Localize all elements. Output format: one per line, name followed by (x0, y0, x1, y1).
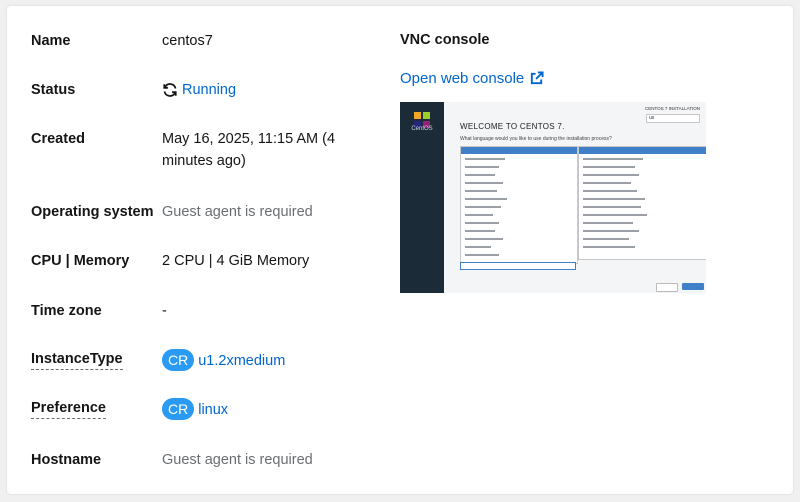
language-selected-row (461, 147, 577, 154)
preference-label[interactable]: Preference (31, 398, 106, 419)
cr-badge: CR (162, 349, 195, 371)
preference-value[interactable]: CR linux (162, 398, 372, 421)
keyboard-indicator-value: us (649, 115, 655, 121)
vm-details-card: Name centos7 Status Running Created May … (7, 6, 793, 494)
installer-brand: CentOS (411, 126, 433, 132)
name-label: Name (31, 33, 71, 49)
os-value: Guest agent is required (162, 204, 313, 220)
hostname-value: Guest agent is required (162, 452, 313, 468)
timezone-label: Time zone (31, 303, 102, 319)
vnc-console-section: VNC console Open web console CentOS CENT… (400, 30, 710, 293)
vnc-console-thumbnail[interactable]: CentOS CENTOS 7 INSTALLATION us WELCOME … (400, 102, 706, 293)
language-list (460, 146, 578, 264)
status-text[interactable]: Running (182, 79, 236, 101)
installer-welcome: WELCOME TO CENTOS 7. (460, 122, 565, 131)
open-web-console-label[interactable]: Open web console (400, 70, 524, 87)
vnc-console-title: VNC console (400, 32, 490, 48)
open-web-console-link[interactable]: Open web console (400, 70, 544, 87)
external-link-icon (531, 71, 544, 85)
created-label: Created (31, 131, 85, 147)
hostname-label: Hostname (31, 452, 102, 468)
cpu-memory-value: 2 CPU | 4 GiB Memory (162, 253, 310, 269)
instancetype-link[interactable]: u1.2xmedium (198, 353, 285, 369)
timezone-value: - (162, 303, 167, 319)
os-label: Operating system (31, 204, 154, 220)
installer-prompt: What language would you like to use duri… (460, 136, 612, 142)
locale-selected-row (579, 147, 706, 154)
preference-link[interactable]: linux (198, 402, 228, 418)
created-value: May 16, 2025, 11:15 AM (4 minutes ago) (162, 131, 336, 169)
cr-badge: CR (162, 398, 195, 420)
cpu-memory-label: CPU | Memory (31, 253, 130, 269)
installer-continue-button (682, 283, 704, 290)
installer-sidebar: CentOS (400, 102, 444, 293)
instancetype-value[interactable]: CR u1.2xmedium (162, 349, 372, 372)
locale-list (578, 146, 706, 260)
installer-header: CENTOS 7 INSTALLATION (644, 106, 700, 111)
name-value: centos7 (162, 33, 213, 49)
instancetype-label[interactable]: InstanceType (31, 349, 123, 370)
installer-quit-button (656, 283, 678, 292)
keyboard-indicator: us (646, 114, 700, 123)
installer-main: CENTOS 7 INSTALLATION us WELCOME TO CENT… (444, 102, 706, 293)
sync-icon (163, 83, 177, 97)
status-label: Status (31, 82, 76, 98)
status-value[interactable]: Running (162, 79, 372, 101)
language-search (460, 262, 576, 270)
